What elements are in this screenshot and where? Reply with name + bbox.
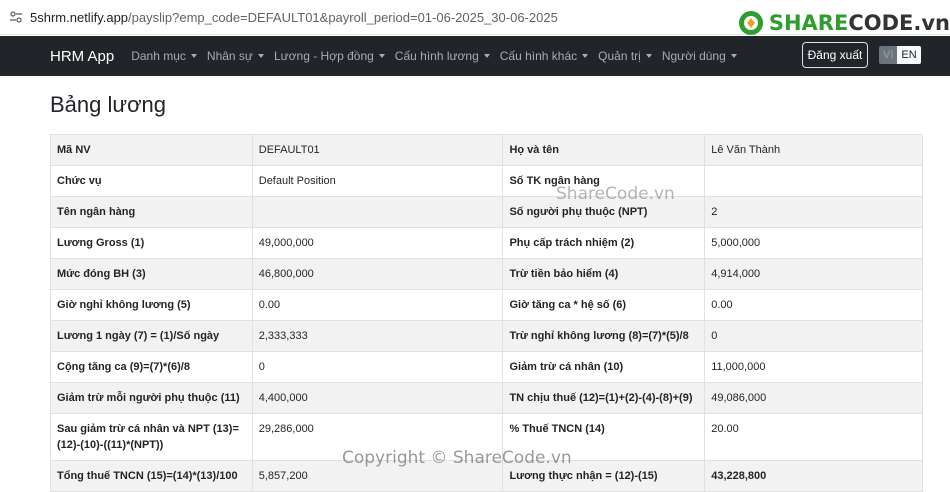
caret-down-icon <box>190 54 197 58</box>
sharecode-logo-icon <box>738 11 763 35</box>
logout-button[interactable]: Đăng xuất <box>802 42 868 68</box>
field-value: 2,333,333 <box>251 320 504 352</box>
field-value: Default Position <box>251 165 504 197</box>
nav-label: Quản trị <box>598 49 641 63</box>
field-value <box>704 165 923 197</box>
caret-down-icon <box>730 54 737 58</box>
field-value: 4,400,000 <box>251 382 504 414</box>
table-row: Tên ngân hàng Số người phụ thuộc (NPT) 2 <box>50 196 923 228</box>
field-label: Chức vụ <box>50 165 253 197</box>
field-label: Giờ nghỉ không lương (5) <box>50 289 253 321</box>
sharecode-logo: SHARECODE.vn <box>737 6 950 40</box>
field-label: Trừ nghỉ không lương (8)=(7)*(5)/8 <box>502 320 706 352</box>
field-value: 11,000,000 <box>704 351 923 383</box>
nav-nguoi-dung[interactable]: Người dùng <box>662 49 737 63</box>
url-host: 5shrm.netlify.app <box>30 9 129 25</box>
lang-vi-button[interactable]: VI <box>879 46 898 64</box>
field-value: Lê Văn Thành <box>704 134 923 166</box>
field-label: Giảm trừ cá nhân (10) <box>502 351 706 383</box>
field-value: 49,000,000 <box>251 227 504 259</box>
caret-down-icon <box>378 54 385 58</box>
field-label: Phụ cấp trách nhiệm (2) <box>502 227 706 259</box>
field-value: 0 <box>704 320 923 352</box>
field-value: DEFAULT01 <box>251 134 504 166</box>
field-label: Sau giảm trừ cá nhân và NPT (13)=(12)-(1… <box>50 413 253 461</box>
logo-share-text: SHARE <box>768 11 849 35</box>
field-label: Giờ tăng ca * hệ số (6) <box>502 289 706 321</box>
nav-label: Cấu hình lương <box>394 49 479 63</box>
table-row: Cộng tăng ca (9)=(7)*(6)/8 0 Giảm trừ cá n… <box>50 351 923 383</box>
watermark-text: ShareCode.vn <box>556 184 675 204</box>
nav-label: Lương - Hợp đồng <box>273 49 374 63</box>
app-brand[interactable]: HRM App <box>50 48 114 65</box>
field-label: Tên ngân hàng <box>50 196 253 228</box>
nav-quan-tri[interactable]: Quản trị <box>598 49 652 63</box>
field-label: Cộng tăng ca (9)=(7)*(6)/8 <box>50 351 253 383</box>
field-label: Lương Gross (1) <box>50 227 253 259</box>
field-value: 0.00 <box>704 289 923 321</box>
url-path: /payslip?emp_code=DEFAULT01&payroll_peri… <box>128 9 558 25</box>
field-value: 43,228,800 <box>704 460 923 492</box>
site-settings-icon[interactable] <box>8 9 24 25</box>
nav-label: Cấu hình khác <box>499 49 578 63</box>
field-value: 4,914,000 <box>704 258 923 290</box>
nav-cau-hinh-khac[interactable]: Cấu hình khác <box>499 49 589 63</box>
field-label: Tổng thuế TNCN (15)=(14)*(13)/100 <box>50 460 253 492</box>
nav-label: Nhân sự <box>206 49 253 63</box>
url-address[interactable]: 5shrm.netlify.app/payslip?emp_code=DEFAU… <box>30 10 558 25</box>
caret-down-icon <box>582 54 589 58</box>
logo-code-text: CODE.vn <box>848 11 950 35</box>
field-label: TN chịu thuế (12)=(1)+(2)-(4)-(8)+(9) <box>502 382 706 414</box>
nav-nhan-su[interactable]: Nhân sự <box>207 49 264 63</box>
field-label: Mức đóng BH (3) <box>50 258 253 290</box>
field-value: 20.00 <box>704 413 923 461</box>
field-value: 46,800,000 <box>251 258 504 290</box>
payslip-table: Mã NV DEFAULT01 Họ và tên Lê Văn Thành Chức … <box>50 134 923 492</box>
caret-down-icon <box>645 54 652 58</box>
caret-down-icon <box>483 54 490 58</box>
table-row: Lương 1 ngày (7) = (1)/Số ngày 2,333,333 T… <box>50 320 923 352</box>
table-row: Lương Gross (1) 49,000,000 Phụ cấp trách n… <box>50 227 923 259</box>
field-value: 49,086,000 <box>704 382 923 414</box>
field-value <box>251 196 504 228</box>
nav-label: Người dùng <box>661 49 726 63</box>
copyright-watermark: Copyright © ShareCode.vn <box>342 448 572 468</box>
field-value: 0 <box>251 351 504 383</box>
nav-danh-muc[interactable]: Danh mục <box>131 49 197 63</box>
table-row: Mã NV DEFAULT01 Họ và tên Lê Văn Thành <box>50 134 923 166</box>
field-label: Mã NV <box>50 134 253 166</box>
table-row: Giờ nghỉ không lương (5) 0.00 Giờ tăng ca … <box>50 289 923 321</box>
lang-en-button[interactable]: EN <box>897 46 921 64</box>
field-value: 0.00 <box>251 289 504 321</box>
page-title: Bảng lương <box>50 92 167 117</box>
caret-down-icon <box>257 54 264 58</box>
nav-cau-hinh-luong[interactable]: Cấu hình lương <box>395 49 490 63</box>
language-switch: VI EN <box>879 46 921 64</box>
field-value: 2 <box>704 196 923 228</box>
field-label: Lương 1 ngày (7) = (1)/Số ngày <box>50 320 253 352</box>
field-label: Giảm trừ mỗi người phụ thuộc (11) <box>50 382 253 414</box>
field-label: Họ và tên <box>502 134 706 166</box>
field-label: Trừ tiền bảo hiểm (4) <box>502 258 706 290</box>
table-row: Chức vụ Default Position Số TK ngân hàng <box>50 165 923 197</box>
payslip-table-body: Mã NV DEFAULT01 Họ và tên Lê Văn Thành Chức … <box>50 134 923 492</box>
nav-label: Danh mục <box>131 49 186 63</box>
top-navbar: HRM App Danh mục Nhân sự Lương - Hợp đồn… <box>0 36 950 76</box>
table-row: Mức đóng BH (3) 46,800,000 Trừ tiền bảo hi… <box>50 258 923 290</box>
nav-luong-hop-dong[interactable]: Lương - Hợp đồng <box>274 49 385 63</box>
table-row: Giảm trừ mỗi người phụ thuộc (11) 4,400,0… <box>50 382 923 414</box>
field-value: 5,000,000 <box>704 227 923 259</box>
